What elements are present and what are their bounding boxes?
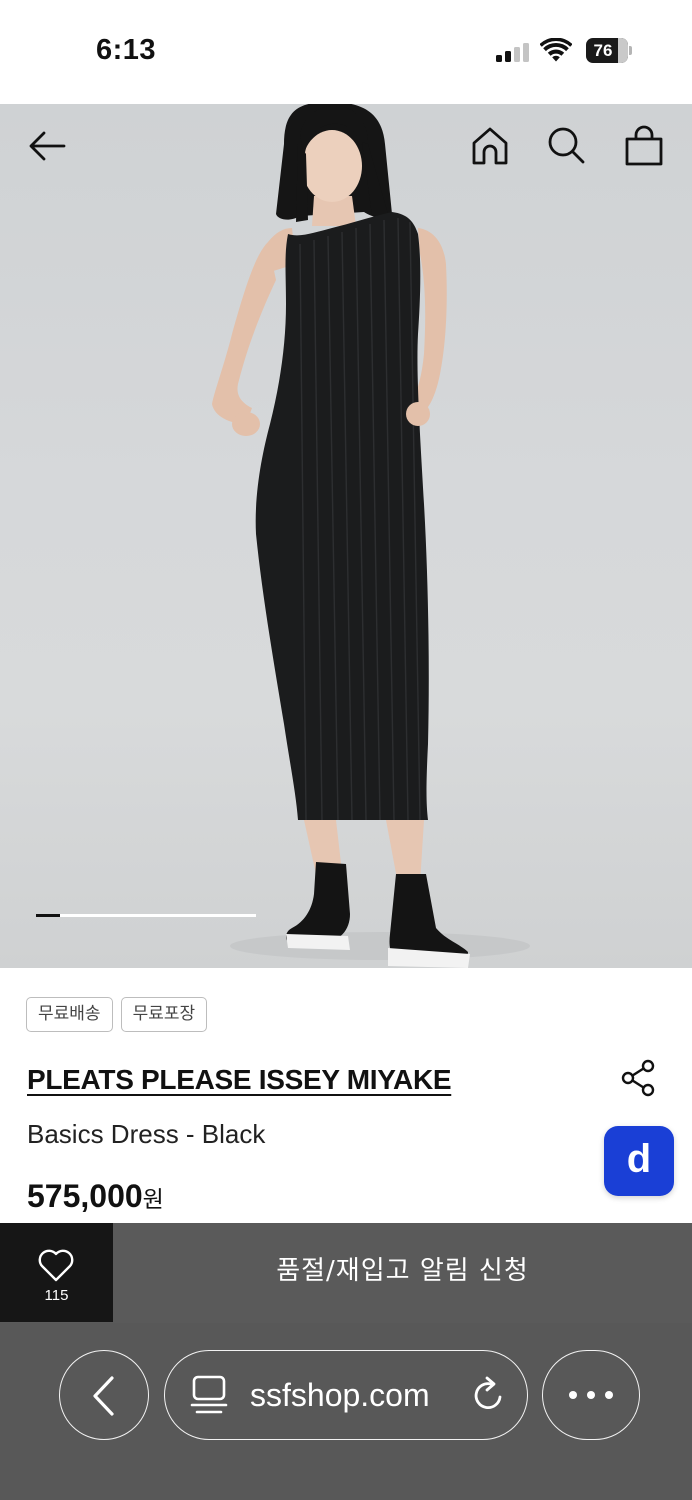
- cellular-signal-icon: [496, 42, 532, 62]
- product-photo: [212, 104, 530, 968]
- restock-alert-button[interactable]: 품절/재입고 알림 신청: [113, 1223, 692, 1322]
- search-icon[interactable]: [544, 124, 588, 168]
- more-icon: [569, 1391, 613, 1399]
- product-price: 575,000원: [27, 1178, 164, 1215]
- wishlist-button[interactable]: 115: [0, 1223, 113, 1322]
- home-icon[interactable]: [468, 124, 512, 168]
- badge-list: 무료배송 무료포장: [26, 997, 208, 1032]
- floating-chat-button[interactable]: d: [604, 1126, 674, 1196]
- address-bar[interactable]: ssfshop.com: [164, 1350, 528, 1440]
- brand-link[interactable]: PLEATS PLEASE ISSEY MIYAKE: [27, 1064, 452, 1096]
- browser-back-button[interactable]: [59, 1350, 149, 1440]
- price-amount: 575,000: [27, 1178, 143, 1214]
- status-time: 6:13: [96, 34, 157, 66]
- gallery-progress-fill: [36, 914, 61, 917]
- battery-icon: 76: [586, 38, 632, 63]
- browser-more-button[interactable]: [542, 1350, 640, 1440]
- chat-button-label: d: [626, 1137, 652, 1181]
- purchase-action-bar: 115 품절/재입고 알림 신청: [0, 1223, 692, 1323]
- battery-level: 76: [593, 41, 613, 60]
- wishlist-count: 115: [44, 1287, 69, 1304]
- back-arrow-icon[interactable]: [26, 124, 70, 168]
- wifi-icon: [540, 38, 572, 62]
- heart-icon: [38, 1249, 74, 1282]
- free-shipping-badge: 무료배송: [26, 997, 113, 1032]
- browser-toolbar: ssfshop.com: [0, 1323, 692, 1500]
- reader-icon[interactable]: [189, 1374, 229, 1416]
- product-info: 무료배송 무료포장 PLEATS PLEASE ISSEY MIYAKE Bas…: [0, 968, 692, 1223]
- reload-icon[interactable]: [469, 1375, 509, 1415]
- shopping-bag-icon[interactable]: [622, 124, 666, 168]
- free-wrapping-badge: 무료포장: [120, 997, 208, 1032]
- product-image-gallery[interactable]: [0, 104, 692, 968]
- status-bar: 6:13 76: [0, 0, 692, 104]
- price-currency: 원: [142, 1187, 164, 1213]
- url-text: ssfshop.com: [250, 1377, 430, 1413]
- chevron-left-icon: [93, 1376, 114, 1416]
- product-name: Basics Dress - Black: [27, 1119, 266, 1149]
- share-icon[interactable]: [618, 1058, 658, 1098]
- gallery-progress-track: [36, 914, 256, 917]
